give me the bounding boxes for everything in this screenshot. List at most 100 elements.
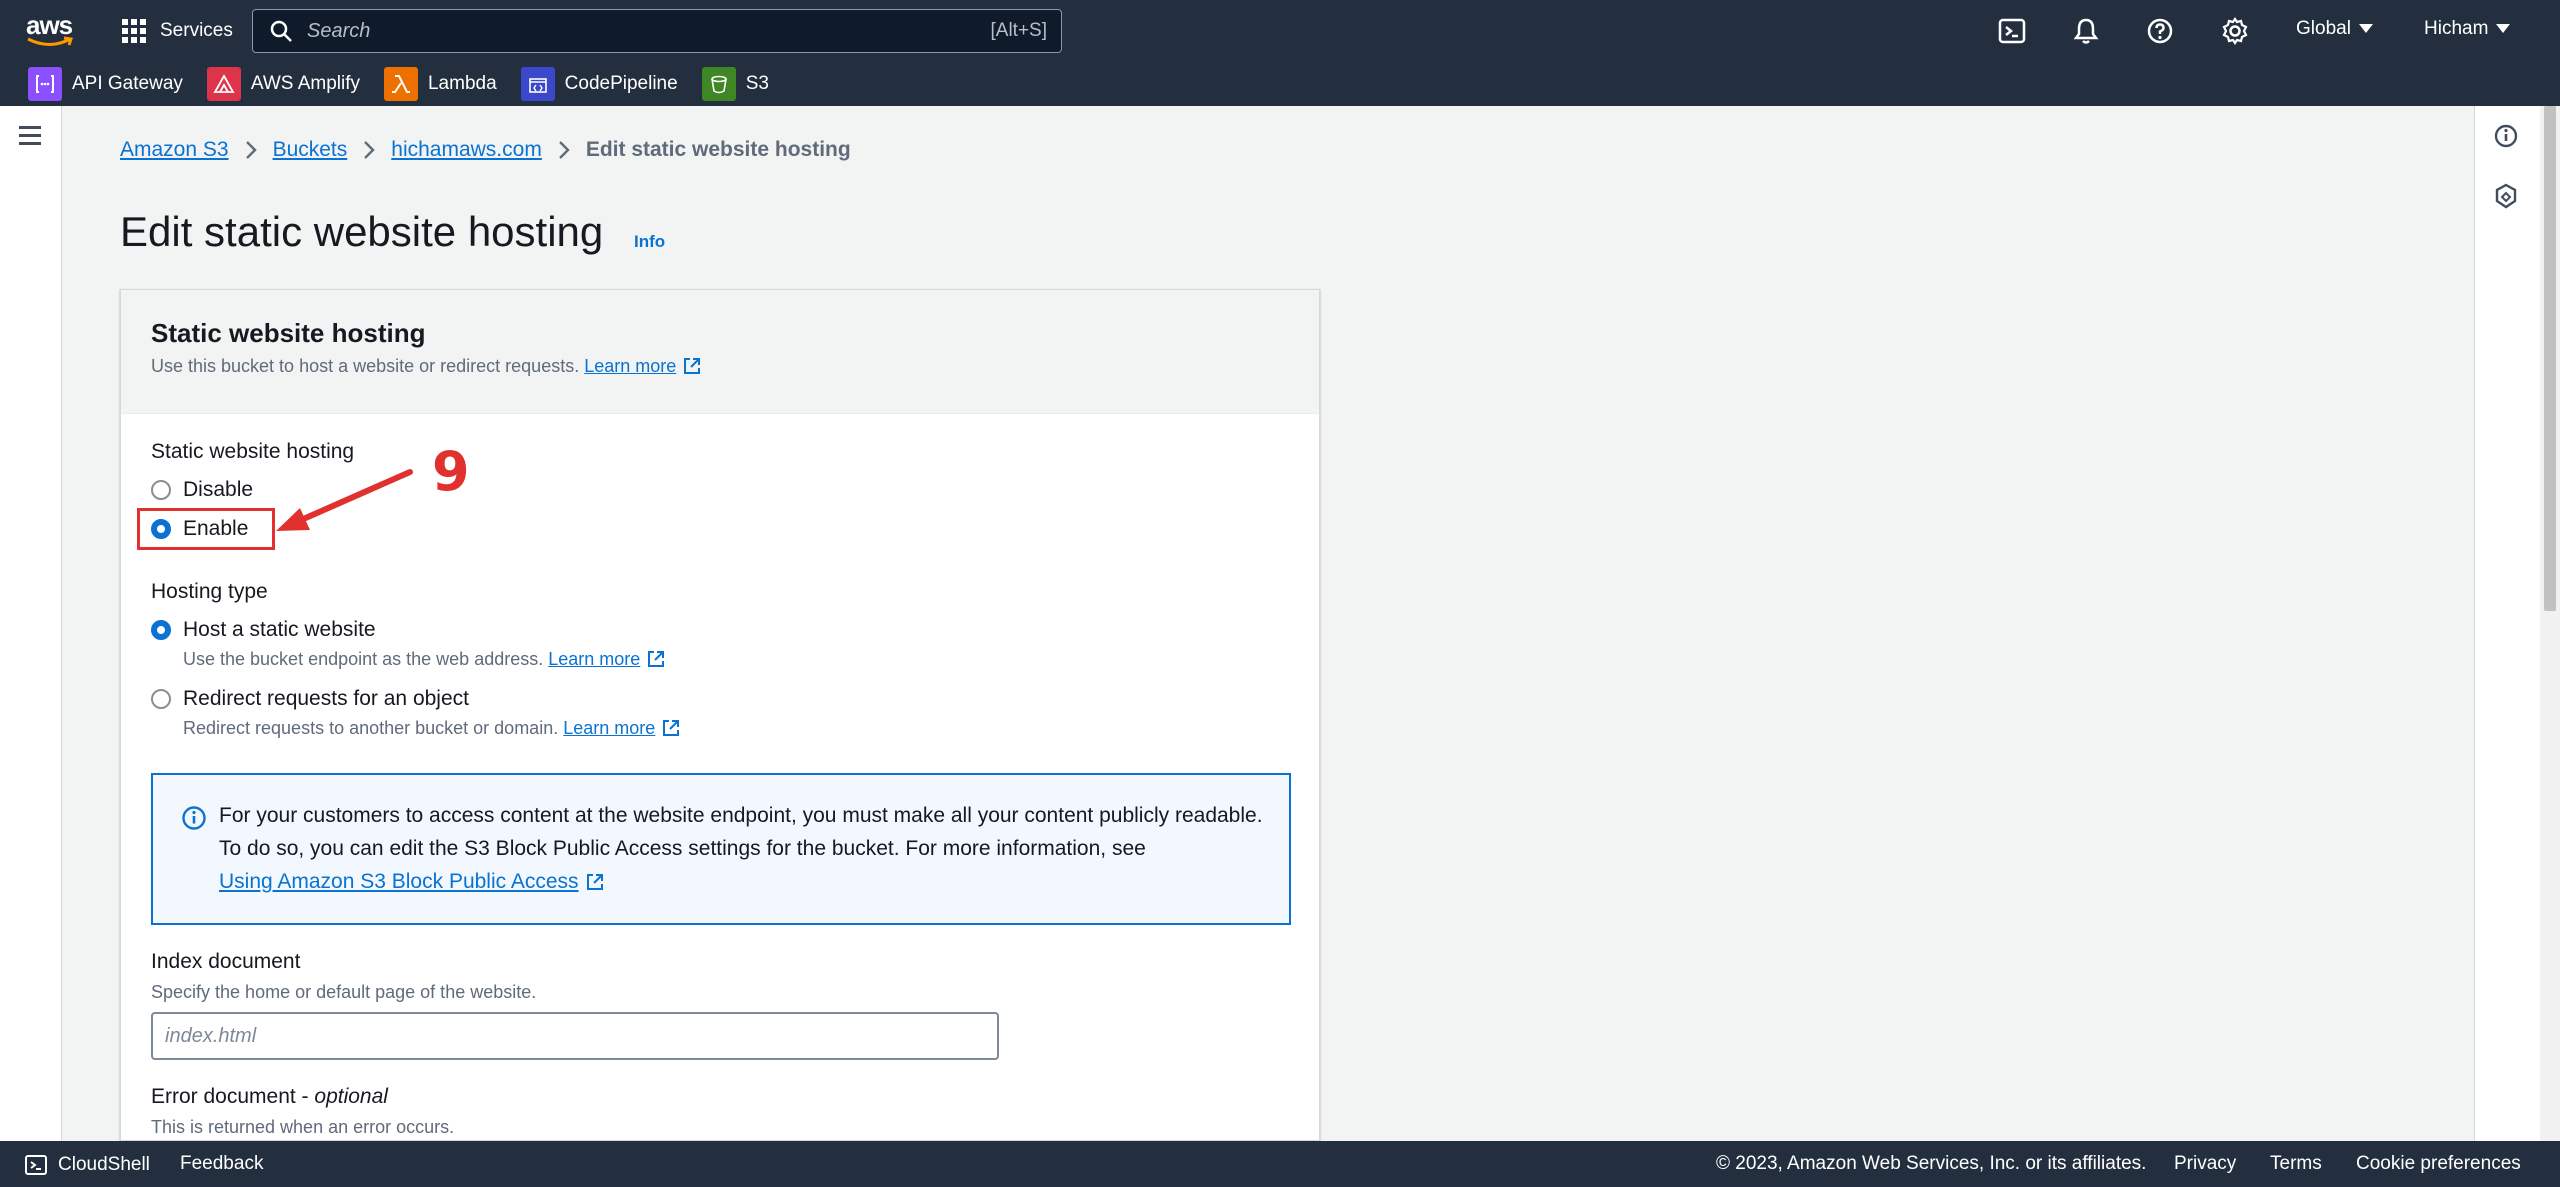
side-navigation-rail [0,106,62,1141]
error-document-description: This is returned when an error occurs. [151,1117,455,1137]
radio-redirect-requests[interactable]: Redirect requests for an object [151,687,469,711]
error-document-label: Error document - optional [151,1085,388,1109]
ai-assistant-icon[interactable] [2492,182,2520,210]
error-document-label-text: Error document - [151,1085,315,1108]
radio-disable[interactable]: Disable [151,478,253,502]
cloudshell-button[interactable]: CloudShell [24,1153,150,1177]
external-link-icon [586,874,603,890]
radio-label: Redirect requests for an object [183,687,469,710]
index-document-description: Specify the home or default page of the … [151,982,537,1002]
chevron-right-icon [558,141,570,159]
user-label: Hicham [2424,18,2489,39]
radio-button-selected[interactable] [151,620,171,640]
top-nav-row: aws Services [Alt+S] [0,0,2560,62]
block-public-access-link[interactable]: Using Amazon S3 Block Public Access [219,870,579,893]
privacy-link[interactable]: Privacy [2174,1153,2236,1175]
feedback-link[interactable]: Feedback [180,1153,263,1175]
favorite-lambda[interactable]: Lambda [383,67,497,101]
favorite-label: AWS Amplify [250,73,360,94]
breadcrumb-amazon-s3[interactable]: Amazon S3 [120,138,229,162]
cookie-preferences-link[interactable]: Cookie preferences [2356,1153,2521,1175]
external-link-icon [648,651,665,667]
alert-message: For your customers to access content at … [219,804,1263,860]
services-label: Services [160,20,233,41]
codepipeline-icon [520,67,555,101]
scrollbar-thumb[interactable] [2544,106,2556,611]
info-icon [182,806,206,830]
terms-link[interactable]: Terms [2270,1153,2322,1175]
favorite-aws-amplify[interactable]: AWS Amplify [206,67,360,101]
info-panel-icon[interactable] [2492,122,2520,150]
annotation-arrow-icon [276,469,413,531]
page-scrollbar[interactable] [2540,106,2560,1141]
breadcrumb-buckets[interactable]: Buckets [273,138,348,162]
favorite-label: S3 [745,73,769,94]
s3-bucket-icon [701,67,736,101]
lambda-icon [383,67,418,101]
page-title: Edit static website hosting [120,208,604,255]
radio-button[interactable] [151,480,171,500]
footer: CloudShell Feedback © 2023, Amazon Web S… [0,1141,2560,1187]
radio-label: Disable [183,478,254,501]
learn-more-link[interactable]: Learn more [563,718,655,738]
info-alert: For your customers to access content at … [151,773,1291,925]
favorite-s3[interactable]: S3 [701,67,769,101]
external-link-icon [663,720,680,736]
grid-icon [122,19,146,43]
favorite-label: Lambda [427,73,497,94]
alert-text: For your customers to access content at … [219,799,1269,898]
api-gateway-icon [28,67,62,101]
redirect-requests-description: Redirect requests to another bucket or d… [183,718,681,739]
breadcrumb: Amazon S3 Buckets hichamaws.com Edit sta… [120,138,851,162]
tools-rail [2474,106,2540,1141]
optional-tag: optional [314,1085,388,1108]
panel-description-text: Use this bucket to host a website or red… [151,356,580,376]
annotation-highlight-box [137,508,275,550]
cloudshell-icon [25,1155,47,1175]
chevron-right-icon [364,141,375,159]
help-icon[interactable] [2145,16,2175,46]
option-description: Use the bucket endpoint as the web addre… [183,649,544,669]
amplify-icon [206,67,241,101]
external-link-icon [684,358,701,374]
gear-icon[interactable] [2220,16,2250,46]
bell-icon[interactable] [2071,16,2101,46]
search-shortcut-hint: [Alt+S] [990,20,1048,41]
option-description: Redirect requests to another bucket or d… [183,718,559,738]
index-document-input[interactable] [151,1012,999,1060]
search-icon [270,20,292,42]
aws-smile-icon [27,36,73,46]
cloudshell-icon[interactable] [1997,16,2027,46]
panel-description: Use this bucket to host a website or red… [151,356,702,377]
favorite-codepipeline[interactable]: CodePipeline [520,67,678,101]
index-document-label: Index document [151,950,301,973]
region-selector[interactable]: Global [2296,18,2373,40]
info-link[interactable]: Info [634,232,665,252]
region-label: Global [2296,18,2351,39]
top-navigation: aws Services [Alt+S] [0,0,2560,106]
static-website-hosting-panel: Static website hosting Use this bucket t… [120,289,1320,1141]
favorite-label: CodePipeline [564,73,678,94]
chevron-down-icon [2358,24,2373,34]
breadcrumb-bucket-name[interactable]: hichamaws.com [391,138,542,162]
breadcrumb-current: Edit static website hosting [585,138,851,161]
radio-button[interactable] [151,689,171,709]
aws-logo[interactable]: aws [26,10,76,50]
learn-more-link[interactable]: Learn more [548,649,640,669]
account-menu[interactable]: Hicham [2424,18,2511,40]
favorites-bar: API Gateway AWS Amplify Lambda CodePipel… [0,62,2560,106]
hosting-type-label: Hosting type [151,580,268,603]
learn-more-link[interactable]: Learn more [584,356,676,376]
radio-host-static-website[interactable]: Host a static website [151,618,376,642]
cloudshell-label: CloudShell [58,1154,150,1175]
chevron-down-icon [2496,24,2511,34]
search-box[interactable]: [Alt+S] [252,9,1062,53]
services-menu-button[interactable]: Services [122,16,233,46]
panel-header: Static website hosting Use this bucket t… [121,290,1319,414]
favorite-label: API Gateway [72,73,183,94]
favorite-api-gateway[interactable]: API Gateway [28,67,183,101]
menu-icon[interactable] [19,126,43,146]
panel-title: Static website hosting [151,318,426,348]
search-input[interactable] [307,19,947,43]
radio-label: Host a static website [183,618,376,641]
